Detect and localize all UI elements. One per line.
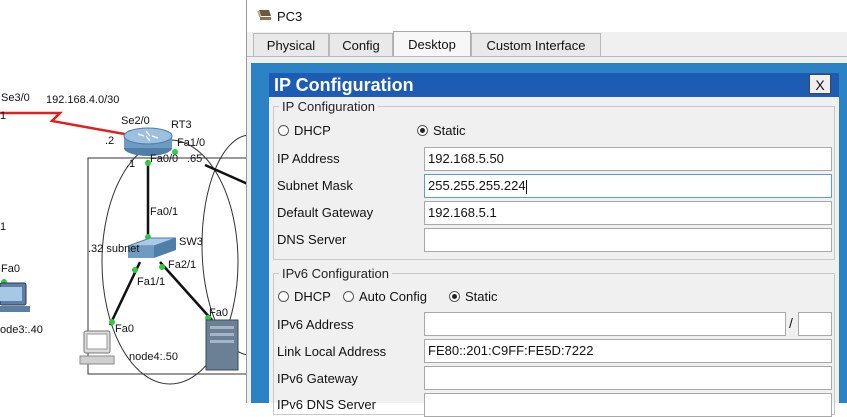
tab-physical[interactable]: Physical: [253, 33, 329, 56]
label-network-serial: 192.168.4.0/30: [46, 94, 120, 106]
ipv6-dns-field[interactable]: [424, 393, 832, 417]
topology-canvas[interactable]: Se3/0 1 192.168.4.0/30 Se2/0 .2 RT3 Fa1/…: [0, 0, 250, 403]
ipv6-address-field[interactable]: [424, 312, 786, 336]
tab-custom-interface[interactable]: Custom Interface: [471, 33, 601, 56]
subnet-mask-field[interactable]: 255.255.255.224: [424, 174, 832, 198]
label-left-fa0: Fa0: [1, 263, 20, 275]
radio-dhcp[interactable]: DHCP: [278, 123, 331, 138]
label-node4-fa0: Fa0: [115, 323, 134, 335]
label-sw3: SW3: [179, 236, 203, 248]
ipv6-group-legend: IPv6 Configuration: [279, 266, 392, 281]
radio-dhcp-label: DHCP: [294, 123, 331, 138]
link-rt3-right: [204, 163, 250, 187]
label-se3-0: Se3/0: [1, 92, 30, 104]
radio-ipv6-static[interactable]: Static: [449, 289, 498, 304]
label-left-host: 1: [0, 110, 7, 122]
port-light-fa2-1: [159, 264, 165, 270]
tab-config[interactable]: Config: [329, 33, 393, 56]
server-icon: [205, 319, 239, 371]
window-titlebar[interactable]: PC3: [247, 0, 847, 32]
radio-static[interactable]: Static: [417, 123, 466, 138]
pc-icon-node4: [79, 330, 115, 365]
dialog-title: IP Configuration: [269, 73, 839, 97]
label-host-1: .1: [126, 158, 136, 170]
ipv6-gateway-label: IPv6 Gateway: [277, 371, 358, 386]
radio-static-label: Static: [433, 123, 466, 138]
radio-ipv6-auto-label: Auto Config: [359, 289, 427, 304]
ipv4-group-legend: IP Configuration: [279, 99, 378, 114]
label-fa0-0: Fa0/0: [150, 153, 179, 165]
label-se2-host: .2: [105, 135, 115, 147]
default-gateway-label: Default Gateway: [277, 205, 374, 220]
pc-icon: [257, 10, 271, 20]
label-host-65: .65: [187, 153, 203, 165]
router-icon: [123, 127, 173, 156]
subnet-mask-label: Subnet Mask: [277, 178, 353, 193]
serial-link: [0, 111, 131, 137]
label-fa2-1: Fa2/1: [168, 259, 197, 271]
radio-static-dot: [417, 125, 428, 136]
radio-ipv6-static-dot: [449, 291, 460, 302]
dns-server-field[interactable]: [424, 228, 832, 252]
radio-ipv6-auto-config[interactable]: Auto Config: [343, 289, 427, 304]
radio-ipv6-static-label: Static: [465, 289, 498, 304]
ipv6-address-label: IPv6 Address: [277, 317, 354, 332]
ipv6-prefix-separator: /: [789, 315, 793, 331]
ipv6-dns-label: IPv6 DNS Server: [277, 397, 376, 412]
label-server-fa0: Fa0: [209, 307, 228, 319]
label-fa1-1: Fa1/1: [137, 276, 166, 288]
radio-ipv6-auto-dot: [343, 291, 354, 302]
label-fa1-0: Fa1/0: [177, 137, 206, 149]
port-light-fa1-1: [132, 267, 138, 273]
ip-configuration-dialog: IP Configuration X IP Configuration DHCP…: [269, 73, 839, 417]
radio-ipv6-dhcp-label: DHCP: [294, 289, 331, 304]
dns-server-label: DNS Server: [277, 232, 347, 247]
label-left-1: 1: [0, 221, 7, 233]
link-local-field[interactable]: FE80::201:C9FF:FE5D:7222: [424, 339, 832, 363]
ipv6-gateway-field[interactable]: [424, 366, 832, 390]
ipv6-prefix-field[interactable]: [798, 312, 832, 336]
topology-drawing: [0, 111, 250, 385]
pc3-window: PC3 Physical Config Desktop Custom Inter…: [246, 0, 847, 417]
label-subnet-32: .32 subnet: [88, 243, 140, 255]
tab-divider: [247, 56, 847, 57]
default-gateway-field[interactable]: 192.168.5.1: [424, 201, 832, 225]
tab-desktop[interactable]: Desktop: [393, 31, 471, 57]
radio-ipv6-dhcp-dot: [278, 291, 289, 302]
text-caret: [525, 179, 527, 194]
ip-address-field[interactable]: 192.168.5.50: [424, 147, 832, 171]
radio-ipv6-dhcp[interactable]: DHCP: [278, 289, 331, 304]
label-rt3: RT3: [171, 119, 192, 131]
pc-icon-left: [0, 282, 30, 312]
ip-address-label: IP Address: [277, 151, 340, 166]
label-se2-0: Se2/0: [121, 115, 150, 127]
window-title: PC3: [277, 9, 303, 24]
label-fa0-1: Fa0/1: [150, 206, 179, 218]
label-node4: node4:.50: [129, 351, 178, 363]
link-local-label: Link Local Address: [277, 344, 387, 359]
close-button[interactable]: X: [809, 74, 831, 94]
subnet-mask-value: 255.255.255.224: [428, 178, 526, 193]
radio-dhcp-dot: [278, 125, 289, 136]
label-left-node: ode3:.40: [0, 324, 43, 336]
